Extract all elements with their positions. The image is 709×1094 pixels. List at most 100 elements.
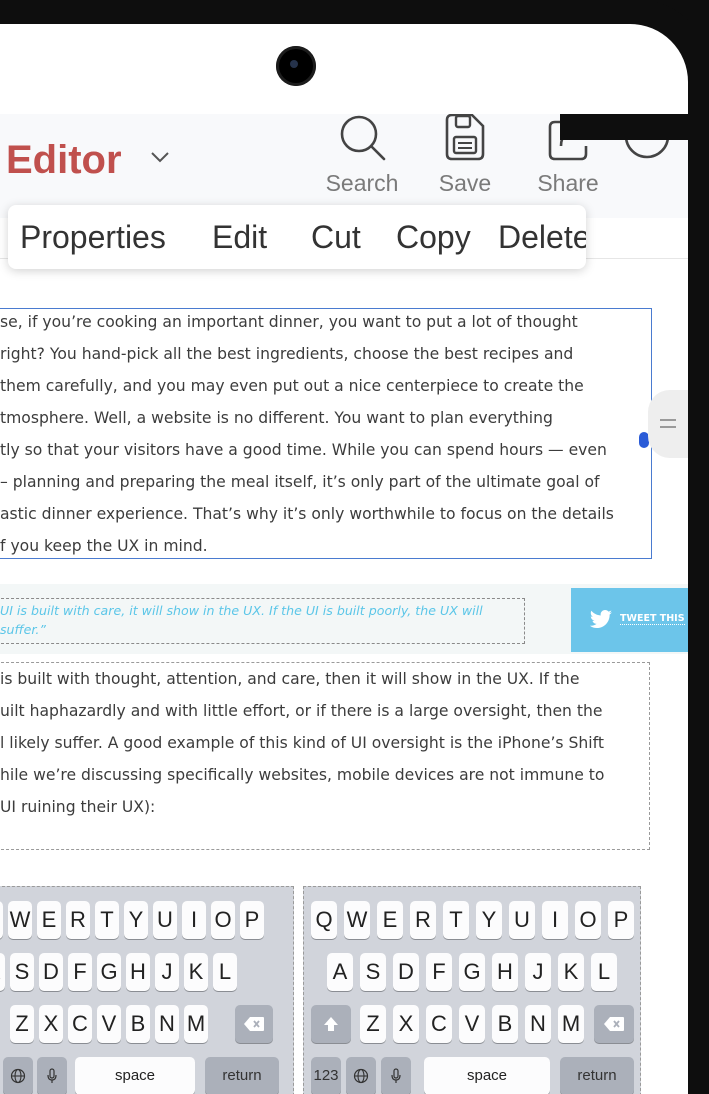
- key: W: [344, 901, 370, 939]
- paragraph-line: tly so that your visitors have a good ti…: [0, 441, 607, 459]
- key: G: [459, 953, 485, 991]
- globe-key: [3, 1057, 33, 1094]
- key: C: [426, 1005, 452, 1043]
- shift-arrow-icon: [324, 1017, 338, 1031]
- space-key: space: [424, 1057, 550, 1094]
- key: Q: [311, 901, 337, 939]
- key: K: [558, 953, 584, 991]
- menu-item-properties[interactable]: Properties: [20, 217, 166, 257]
- key: H: [492, 953, 518, 991]
- paragraph-block[interactable]: [0, 662, 650, 850]
- key: T: [443, 901, 469, 939]
- key: J: [525, 953, 551, 991]
- key: X: [39, 1005, 63, 1043]
- device-screen: Editor Search Save Share Properties Edit…: [0, 0, 709, 1094]
- key: D: [393, 953, 419, 991]
- key: B: [492, 1005, 518, 1043]
- key: M: [184, 1005, 208, 1043]
- share-label: Share: [537, 170, 599, 196]
- key: F: [68, 953, 92, 991]
- key: Q: [0, 901, 3, 939]
- menu-item-cut[interactable]: Cut: [311, 217, 361, 257]
- key: J: [155, 953, 179, 991]
- search-button[interactable]: Search: [320, 110, 404, 197]
- key: T: [95, 901, 119, 939]
- paragraph-line: uilt haphazardly and with little effort,…: [0, 702, 603, 720]
- key: Y: [124, 901, 148, 939]
- key: C: [68, 1005, 92, 1043]
- paragraph-line: them carefully, and you may even put out…: [0, 377, 584, 395]
- microphone-icon: [47, 1068, 57, 1083]
- key: F: [426, 953, 452, 991]
- mic-key: [381, 1057, 411, 1094]
- paragraph-line: l likely suffer. A good example of this …: [0, 734, 604, 752]
- chevron-down-icon[interactable]: [150, 150, 170, 164]
- paragraph-line: se, if you’re cooking an important dinne…: [0, 313, 578, 331]
- key: Y: [476, 901, 502, 939]
- key: Z: [360, 1005, 386, 1043]
- backspace-icon: [244, 1017, 264, 1031]
- space-key: space: [75, 1057, 195, 1094]
- key: P: [240, 901, 264, 939]
- key: H: [126, 953, 150, 991]
- key: A: [327, 953, 353, 991]
- tweet-this-label[interactable]: TWEET THIS: [620, 613, 685, 625]
- twitter-bird-icon: [589, 610, 612, 628]
- key: U: [153, 901, 177, 939]
- key: X: [393, 1005, 419, 1043]
- shift-key: [311, 1005, 351, 1043]
- key: N: [155, 1005, 179, 1043]
- backspace-key: [235, 1005, 273, 1043]
- mic-key: [37, 1057, 67, 1094]
- key: L: [591, 953, 617, 991]
- key: V: [459, 1005, 485, 1043]
- save-label: Save: [438, 170, 492, 196]
- save-icon: [445, 113, 485, 161]
- key: E: [377, 901, 403, 939]
- search-label: Search: [325, 170, 399, 196]
- key: S: [10, 953, 34, 991]
- side-panel-handle[interactable]: [648, 390, 688, 458]
- device-bezel-right: [688, 0, 709, 1094]
- search-icon: [340, 115, 386, 161]
- backspace-icon: [604, 1017, 624, 1031]
- key: M: [558, 1005, 584, 1043]
- key: G: [97, 953, 121, 991]
- globe-icon: [10, 1068, 26, 1084]
- backspace-key: [594, 1005, 634, 1043]
- front-camera: [276, 46, 316, 86]
- status-area: [0, 24, 688, 114]
- key: I: [182, 901, 206, 939]
- key: K: [184, 953, 208, 991]
- editor-menu-title[interactable]: Editor: [6, 136, 122, 184]
- keyboard-image-left: Q W E R T Y U I O P A S D F G H J K L Z …: [0, 886, 294, 1094]
- paragraph-line: UI ruining their UX):: [0, 798, 156, 816]
- keyboard-image-right: Q W E R T Y U I O P A S D F G H J K L Z …: [303, 886, 641, 1094]
- menu-item-edit[interactable]: Edit: [212, 217, 267, 257]
- key: L: [213, 953, 237, 991]
- menu-item-copy[interactable]: Copy: [396, 217, 471, 257]
- globe-key: [346, 1057, 376, 1094]
- key: B: [126, 1005, 150, 1043]
- key: O: [211, 901, 235, 939]
- paragraph-line: tmosphere. Well, a website is no differe…: [0, 409, 553, 427]
- return-key: return: [560, 1057, 634, 1094]
- paragraph-line: f you keep the UX in mind.: [0, 537, 208, 555]
- globe-icon: [353, 1068, 369, 1084]
- key: Z: [10, 1005, 34, 1043]
- key: R: [66, 901, 90, 939]
- key: W: [8, 901, 32, 939]
- key: U: [509, 901, 535, 939]
- key: R: [410, 901, 436, 939]
- quote-line: suffer.”: [0, 622, 46, 637]
- paragraph-line: right? You hand-pick all the best ingred…: [0, 345, 574, 363]
- key: S: [360, 953, 386, 991]
- key: I: [542, 901, 568, 939]
- key: E: [37, 901, 61, 939]
- menu-item-delete[interactable]: Delete: [498, 217, 586, 257]
- key: V: [97, 1005, 121, 1043]
- key: O: [575, 901, 601, 939]
- save-button[interactable]: Save: [430, 110, 500, 197]
- context-menu: Properties Edit Cut Copy Delete: [8, 205, 586, 269]
- paragraph-line: – planning and preparing the meal itself…: [0, 473, 600, 491]
